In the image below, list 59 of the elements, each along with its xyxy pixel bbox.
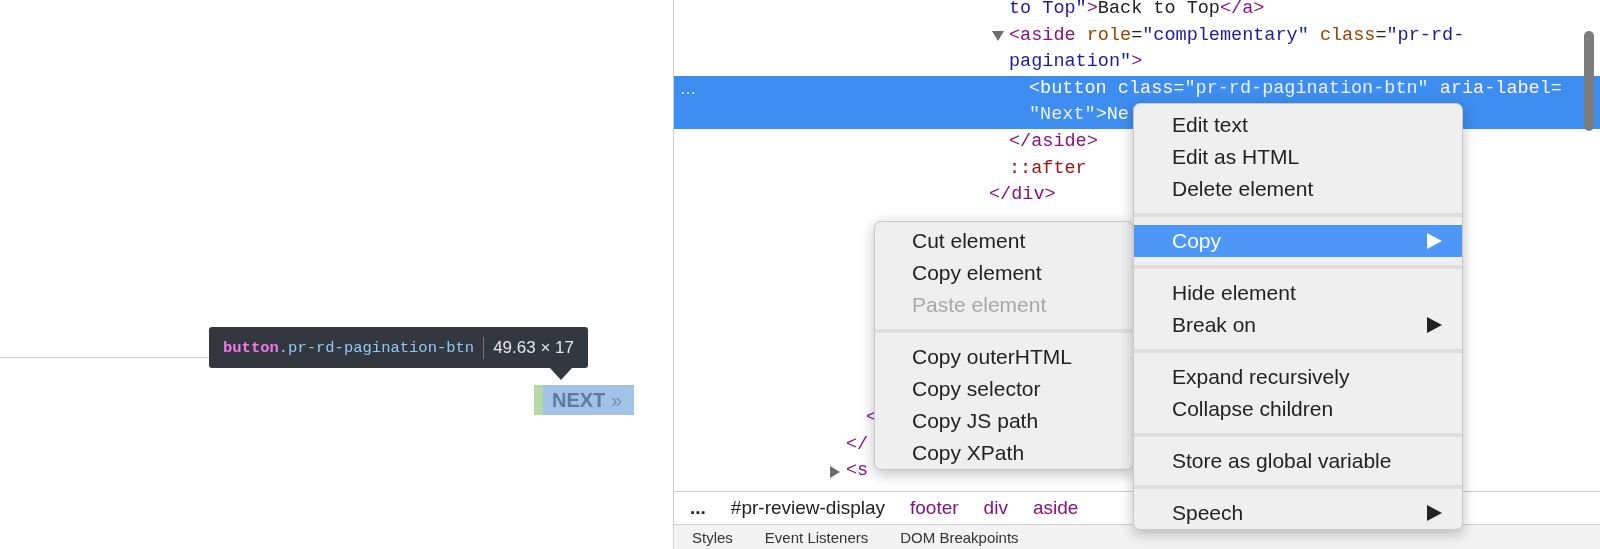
node-text: Ne [1106,104,1129,126]
menu-item[interactable]: Cut element [875,225,1133,257]
collapsed-triangle-icon[interactable] [829,466,841,479]
attribute-name: class [1318,24,1376,46]
attribute-value: "complementary" [1142,24,1309,46]
node-text: = [1131,24,1143,46]
menu-item[interactable]: Copy element [875,257,1133,289]
attribute-value: pagination" [1009,51,1132,73]
panel-tab[interactable]: Event Listeners [764,528,869,546]
node-text: = [1375,24,1387,46]
attribute-name: role [1085,24,1132,46]
dom-node-row[interactable]: ::after [674,155,1087,183]
breadcrumb-item[interactable]: footer [910,497,959,519]
menu-item[interactable]: Expand recursively [1134,361,1462,393]
attribute-value: "pr-rd-pagination-btn" [1184,77,1429,99]
menu-item[interactable]: Copy outerHTML [875,341,1133,373]
menu-item[interactable]: Break on [1134,309,1462,341]
menu-item[interactable]: Edit as HTML [1134,141,1462,173]
tag-text: > [1131,51,1143,73]
dom-node-row[interactable]: <aside role="complementary" class="pr-rd- pagination"> [674,22,1465,76]
dom-node-row[interactable]: <s [674,458,869,485]
pseudo-element: ::after [1009,157,1087,179]
attribute-value: to Top" [1009,0,1087,19]
tag-text: </aside> [1009,130,1098,152]
tag-text: </a> [1219,0,1265,19]
panel-tab[interactable]: Styles [692,528,733,546]
breadcrumb-item[interactable]: aside [1032,497,1079,519]
tooltip-size: 49.63 × 17 [493,337,574,358]
scrollbar-thumb[interactable] [1584,31,1594,131]
menu-item[interactable]: Hide element [1134,277,1462,309]
tag-text: <s [846,460,869,482]
panel-tab[interactable]: DOM Breakpoints [900,528,1019,546]
menu-item[interactable]: Store as global variable [1134,445,1462,477]
tag-text: > [1086,0,1098,19]
menu-item[interactable]: Copy XPath [875,437,1133,469]
node-text: = [1550,77,1562,99]
attribute-value: "Next" [1029,104,1096,126]
tag-text: > [1095,104,1107,126]
node-text: Back to Top [1097,0,1220,19]
tag-text: </ [846,433,869,455]
breadcrumb-item[interactable]: div [983,497,1008,519]
menu-item[interactable]: Collapse children [1134,393,1462,425]
breadcrumb-item[interactable]: ... [690,497,706,519]
attribute-name: class [1116,77,1174,99]
tag-text: </div> [989,184,1056,206]
attribute-name: aria-label [1438,77,1551,99]
breadcrumb-item[interactable]: #pr-review-display [730,497,885,519]
expand-triangle-icon[interactable] [992,30,1004,41]
tag-text: <aside [1009,24,1076,46]
dom-node-row[interactable]: to Top">Back to Top</a> [674,0,1265,23]
menu-item[interactable]: Speech [1134,497,1462,529]
node-text: = [1173,77,1185,99]
menu-item[interactable]: Copy JS path [875,405,1133,437]
tooltip-tag-name: button [223,338,279,357]
attribute-value: "pr-rd- [1386,24,1465,46]
tag-text: <button [1029,77,1107,99]
menu-item[interactable]: Delete element [1134,173,1462,205]
menu-item[interactable]: Copy selector [875,373,1133,405]
tooltip-class-name: .pr-rd-pagination-btn [278,338,475,357]
